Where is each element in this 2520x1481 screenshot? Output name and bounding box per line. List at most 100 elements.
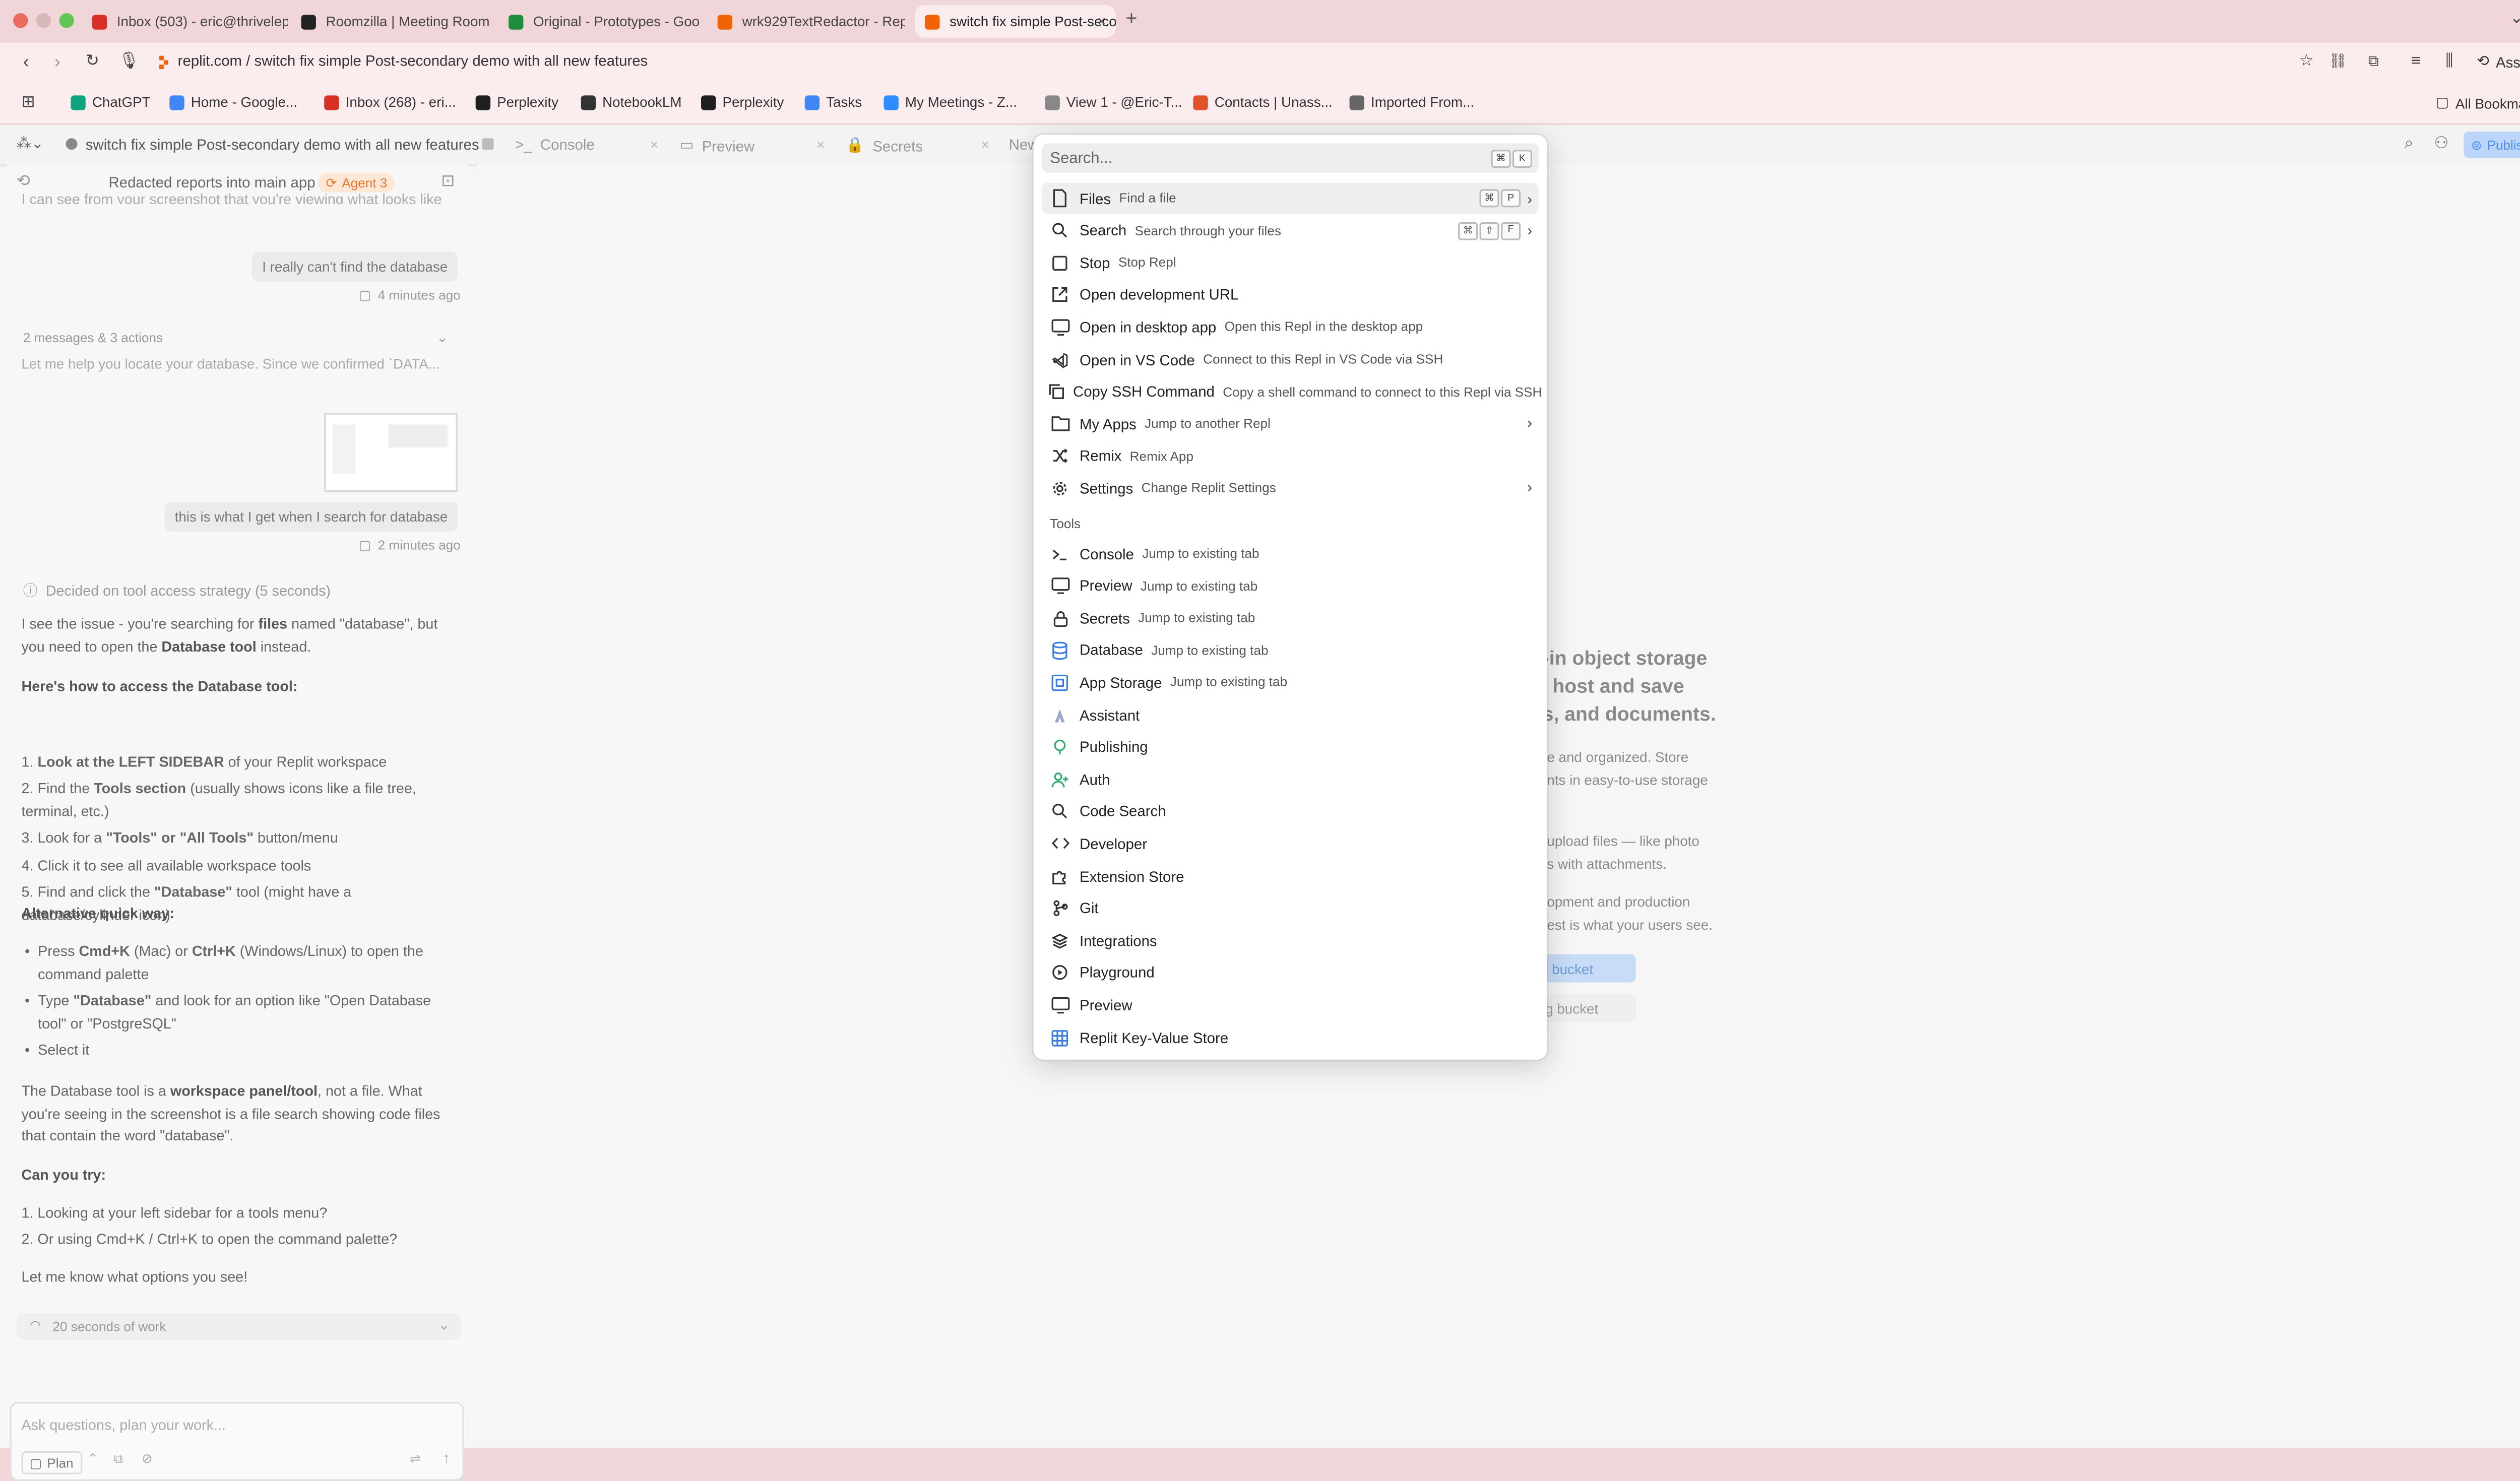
- item-description: Open this Repl in the desktop app: [1224, 319, 1423, 335]
- tab-console[interactable]: >_ Console: [515, 137, 595, 153]
- palette-item-copy-ssh-command[interactable]: Copy SSH Command Copy a shell command to …: [1042, 376, 1542, 407]
- apps-grid-icon[interactable]: ⊞: [21, 94, 35, 112]
- chevron-down-icon[interactable]: ⌄: [436, 329, 449, 347]
- new-tab-button[interactable]: +: [1125, 7, 1137, 30]
- all-bookmarks[interactable]: ▢ All Bookmarks: [2436, 94, 2520, 112]
- close-tab-icon[interactable]: ×: [650, 137, 659, 153]
- browser-tab[interactable]: Roomzilla | Meeting Room B: [291, 5, 492, 38]
- maximize-window-button[interactable]: [59, 13, 74, 28]
- bookmark-item[interactable]: NotebookLM: [581, 94, 681, 110]
- repl-title[interactable]: switch fix simple Post-secondary demo wi…: [86, 137, 479, 153]
- address-bar-row: ‹ › ↻ 🎙 replit.com / switch fix simple P…: [0, 42, 2520, 83]
- link-icon[interactable]: ⛓: [2328, 52, 2347, 71]
- palette-item-secrets[interactable]: Secrets Jump to existing tab: [1042, 603, 1539, 634]
- palette-item-remix[interactable]: Remix Remix App: [1042, 440, 1539, 472]
- palette-item-open-development-url[interactable]: Open development URL: [1042, 279, 1539, 310]
- browser-tab[interactable]: switch fix simple Post-secon ×: [915, 5, 1116, 38]
- palette-item-preview[interactable]: Preview: [1042, 990, 1539, 1021]
- chat-input-box[interactable]: Ask questions, plan your work... ▢ Plan ⌃…: [10, 1402, 464, 1481]
- bookmark-item[interactable]: Perplexity: [475, 94, 558, 110]
- back-icon[interactable]: ‹: [23, 52, 29, 72]
- browser-tab[interactable]: Inbox (503) - eric@thrivelep: [82, 5, 288, 38]
- bookmark-item[interactable]: Inbox (268) - eri...: [324, 94, 456, 110]
- bookmark-star-icon[interactable]: ☆: [2299, 52, 2314, 71]
- send-arrow-icon[interactable]: ↑: [443, 1450, 450, 1466]
- tab-secrets[interactable]: 🔒 Secrets: [846, 137, 923, 155]
- bookmark-item[interactable]: Home - Google...: [169, 94, 297, 110]
- assistant-button[interactable]: ⟲ Assistant: [2477, 52, 2520, 71]
- tab-search-chevron-icon[interactable]: ⌄: [2510, 10, 2520, 28]
- item-label: Open development URL: [1080, 287, 1239, 303]
- thinking-status[interactable]: ⓘ Decided on tool access strategy (5 seco…: [23, 579, 331, 600]
- palette-item-open-in-desktop-app[interactable]: Open in desktop app Open this Repl in the…: [1042, 311, 1539, 343]
- palette-item-console[interactable]: Console Jump to existing tab: [1042, 538, 1539, 569]
- create-bucket-button[interactable]: bucket: [1539, 954, 1636, 983]
- palette-item-stop[interactable]: Stop Stop Repl: [1042, 247, 1539, 278]
- screen-icon[interactable]: ⧉: [113, 1451, 123, 1468]
- close-tab-icon[interactable]: ×: [816, 137, 825, 153]
- screenshot-thumbnail[interactable]: [324, 413, 458, 492]
- publish-button[interactable]: ⊚Publish: [2464, 132, 2520, 158]
- palette-item-search[interactable]: Search Search through your files ⌘ ⇧ F ›: [1042, 215, 1539, 246]
- palette-item-my-apps[interactable]: My Apps Jump to another Repl ›: [1042, 408, 1539, 439]
- bookmark-item[interactable]: Perplexity: [701, 94, 784, 110]
- site-favicon: [156, 54, 171, 70]
- palette-item-files[interactable]: Files Find a file ⌘ P ›: [1041, 182, 1539, 214]
- panel-heading-line: ly host and save: [1530, 674, 1684, 698]
- microphone-icon[interactable]: 🎙: [118, 52, 139, 71]
- palette-item-replit-key-value-store[interactable]: Replit Key-Value Store: [1042, 1022, 1539, 1053]
- settings-sliders-icon[interactable]: ⇌: [410, 1451, 421, 1466]
- closing-line: Let me know what options you see!: [21, 1268, 248, 1285]
- bookmark-item[interactable]: Tasks: [804, 94, 862, 110]
- palette-item-extension-store[interactable]: Extension Store: [1042, 861, 1539, 892]
- bookmark-item[interactable]: Imported From...: [1349, 94, 1474, 110]
- secondary-bucket-button[interactable]: g bucket: [1539, 994, 1636, 1022]
- url-field[interactable]: replit.com / switch fix simple Post-seco…: [178, 52, 648, 69]
- close-window-button[interactable]: [13, 13, 28, 28]
- extensions-icon[interactable]: ⧉: [2368, 52, 2379, 71]
- palette-item-publishing[interactable]: Publishing: [1042, 732, 1539, 763]
- palette-item-assistant[interactable]: Assistant: [1042, 699, 1539, 731]
- palette-item-code-search[interactable]: Code Search: [1042, 796, 1539, 827]
- work-summary[interactable]: ◠ 20 seconds of work ⌄: [16, 1313, 461, 1339]
- close-tab-icon[interactable]: ×: [981, 137, 989, 153]
- palette-search-input[interactable]: Search... ⌘ K: [1041, 143, 1539, 173]
- stop-square-icon[interactable]: [482, 138, 494, 150]
- palette-item-app-storage[interactable]: App Storage Jump to existing tab: [1042, 667, 1539, 698]
- close-tab-icon[interactable]: ×: [1097, 13, 1106, 30]
- minimize-window-button[interactable]: [36, 13, 51, 28]
- list-icon[interactable]: ≡: [2411, 52, 2421, 71]
- tab-preview[interactable]: ▭ Preview: [680, 137, 755, 155]
- attach-icon[interactable]: ⊘: [142, 1451, 153, 1466]
- palette-item-auth[interactable]: Auth: [1042, 764, 1539, 795]
- search-icon[interactable]: ⌕: [2405, 135, 2414, 153]
- reload-icon[interactable]: ↻: [86, 52, 99, 71]
- browser-tab[interactable]: wrk929TextRedactor - Repl: [708, 5, 905, 38]
- palette-item-open-in-vs-code[interactable]: Open in VS Code Connect to this Repl in V…: [1042, 344, 1539, 375]
- bookmark-item[interactable]: Contacts | Unass...: [1193, 94, 1333, 110]
- collapsed-actions[interactable]: 2 messages & 3 actions: [23, 331, 163, 345]
- panel-text: upload files — like photo: [1547, 832, 1699, 849]
- invite-user-icon[interactable]: ⚇: [2434, 135, 2448, 153]
- palette-item-preview[interactable]: Preview Jump to existing tab: [1042, 570, 1539, 602]
- palette-item-developer[interactable]: Developer: [1042, 828, 1539, 860]
- bookmark-item[interactable]: View 1 - @Eric-T...: [1045, 94, 1182, 110]
- monitor-icon: [1048, 316, 1072, 339]
- palette-item-database[interactable]: Database Jump to existing tab: [1042, 635, 1539, 666]
- replit-menu-icon[interactable]: ⁂⌄: [17, 135, 44, 153]
- chat-input-placeholder[interactable]: Ask questions, plan your work...: [21, 1416, 226, 1433]
- bookmark-item[interactable]: My Meetings - Z...: [884, 94, 1017, 110]
- audio-icon[interactable]: ⫼: [2445, 52, 2453, 71]
- forward-icon[interactable]: ›: [54, 52, 60, 72]
- bookmark-item[interactable]: ChatGPT: [71, 94, 151, 110]
- plan-toggle[interactable]: ▢ Plan: [21, 1451, 82, 1474]
- history-icon[interactable]: ⟲: [17, 173, 30, 191]
- palette-item-integrations[interactable]: Integrations: [1042, 925, 1539, 956]
- search-placeholder[interactable]: Search...: [1050, 150, 1112, 168]
- palette-item-settings[interactable]: Settings Change Replit Settings ›: [1042, 473, 1539, 504]
- new-chat-icon[interactable]: ⊡: [441, 173, 455, 191]
- browser-tab[interactable]: Original - Prototypes - Goo: [498, 5, 700, 38]
- chevron-up-icon[interactable]: ⌃: [87, 1451, 98, 1466]
- palette-item-playground[interactable]: Playground: [1042, 957, 1539, 989]
- palette-item-git[interactable]: Git: [1042, 893, 1539, 924]
